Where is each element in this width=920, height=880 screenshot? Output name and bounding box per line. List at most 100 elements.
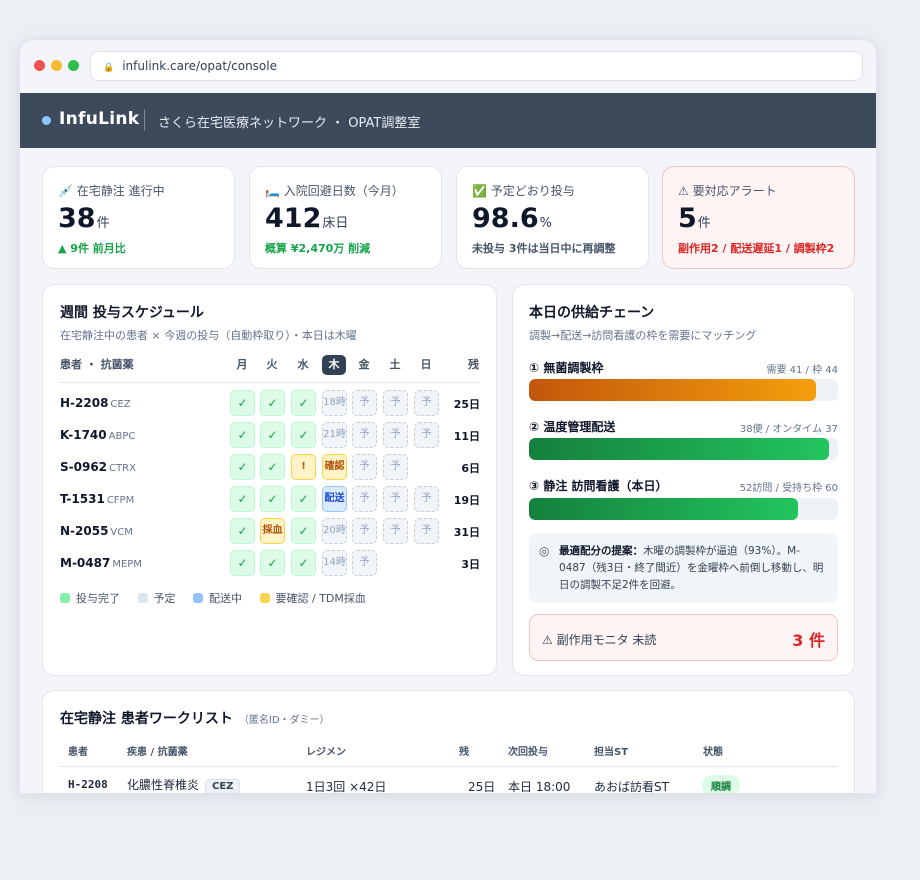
dose-cell-done[interactable]: ✓ [230, 422, 255, 448]
patient-row[interactable]: N-2055 VCM ✓ 採血 ✓ 20時予予予 31日 [60, 517, 480, 545]
legend-check-swatch [259, 593, 270, 603]
header-divider [144, 109, 145, 131]
kpi-label: ✅ 予定どおり投与 [472, 184, 575, 198]
weekly-schedule-card: 週間 投与スケジュール 在宅静注中の患者 × 今週の投与（自動枠取り）・本日は木… [42, 284, 497, 676]
supply-chain-card: 本日の供給チェーン 調製→配送→訪問看護の枠を需要にマッチング ① 無菌調製枠 … [512, 284, 855, 676]
kpi-alert-breakdown: 副作用2 / 配送遅延1 / 調製枠2 [678, 242, 835, 255]
cold-delivery-label: ② 温度管理配送 [529, 420, 616, 434]
dose-cell-done[interactable]: ✓ [260, 486, 285, 512]
optimization-suggestion[interactable]: ◎ 最適配分の提案：木曜の調製枠が逼迫（93%）。M-0487（残3日・終了間近… [529, 533, 838, 603]
dose-cell-done[interactable]: ✓ [291, 422, 316, 448]
address-bar[interactable]: 🔒 infulink.care/opat/console [90, 51, 863, 81]
dose-cell-done[interactable]: ✓ [291, 550, 316, 576]
adverse-event-monitor[interactable]: ⚠ 副作用モニタ 未読 3 件 [529, 614, 838, 661]
dose-cell-plan[interactable]: 予 [352, 422, 377, 448]
remaining-days: 3日 [461, 558, 480, 571]
dose-cell-done[interactable]: ✓ [260, 390, 285, 416]
suggestion-text: 最適配分の提案：木曜の調製枠が逼迫（93%）。M-0487（残3日・終了間近）を… [559, 545, 824, 591]
dose-cell-plan[interactable]: 予 [383, 486, 408, 512]
kpi-savings: 概算 ¥2,470万 削減 [265, 242, 371, 255]
dose-cell-plan[interactable]: 予 [352, 486, 377, 512]
dose-cell-plan[interactable]: 21時 [322, 422, 347, 448]
day-header-2: 水 [297, 358, 309, 371]
th-next-dose[interactable]: 次回投与 [508, 743, 548, 758]
dose-cell-done[interactable]: ✓ [291, 518, 316, 544]
close-window-icon[interactable] [34, 60, 45, 71]
patient-id[interactable]: T-1531 CFPM [60, 492, 134, 506]
th-patient[interactable]: 患者 [68, 743, 88, 758]
dose-cell-deliv[interactable]: 配送 [322, 486, 347, 512]
dose-cell-done[interactable]: ✓ [260, 422, 285, 448]
patient-worklist-card: 在宅静注 患者ワークリスト （匿名ID・ダミー） 患者 疾患 / 抗菌薬 レジメン… [42, 690, 855, 793]
day-header-1: 火 [266, 358, 278, 371]
patient-id[interactable]: H-2208 CEZ [60, 396, 131, 410]
dose-cell-done[interactable]: ✓ [230, 518, 255, 544]
dose-cell-done[interactable]: ✓ [291, 486, 316, 512]
legend-check: 要確認 / TDM採血 [259, 592, 366, 605]
lock-icon: 🔒 [103, 63, 115, 73]
dose-cell-done[interactable]: ✓ [291, 390, 316, 416]
browser-chrome: 🔒 infulink.care/opat/console [20, 40, 876, 93]
legend-delivering-swatch [193, 593, 203, 603]
patient-row[interactable]: K-1740 ABPC ✓ ✓ ✓ 21時予予予 11日 [60, 421, 480, 449]
schedule-legend: 投与完了 予定 配送中 要確認 / TDM採血 [60, 590, 380, 606]
kpi-avoided-bed-days[interactable]: 🛏️ 入院回避日数（今月） 412床日 概算 ¥2,470万 削減 [249, 166, 442, 269]
cold-delivery-note: 38便 / オンタイム 37 [739, 424, 838, 435]
dose-cell-plan[interactable]: 予 [414, 486, 439, 512]
dose-cell-plan[interactable]: 予 [414, 518, 439, 544]
worklist-title: 在宅静注 患者ワークリスト （匿名ID・ダミー） [60, 711, 330, 727]
dose-cell-plan[interactable]: 予 [414, 422, 439, 448]
patient-id[interactable]: M-0487 MEPM [60, 556, 142, 570]
patient-row[interactable]: T-1531 CFPM ✓ ✓ ✓ 配送予予予 19日 [60, 485, 480, 513]
th-disease-drug[interactable]: 疾患 / 抗菌薬 [127, 743, 188, 758]
patient-id[interactable]: N-2055 VCM [60, 524, 133, 538]
th-regimen[interactable]: レジメン [306, 743, 346, 758]
patient-id[interactable]: K-1740 ABPC [60, 428, 135, 442]
dose-cell-plan[interactable]: 20時 [322, 518, 347, 544]
dose-cell-plan[interactable]: 予 [414, 390, 439, 416]
dose-cell-plan[interactable]: 予 [352, 550, 377, 576]
th-remaining[interactable]: 残 [459, 743, 469, 758]
dose-cell-done[interactable]: ✓ [260, 550, 285, 576]
dose-cell-plan[interactable]: 予 [383, 422, 408, 448]
legend-done: 投与完了 [60, 592, 120, 605]
dose-cell-plan[interactable]: 予 [352, 390, 377, 416]
dose-cell-done[interactable]: ✓ [230, 454, 255, 480]
dose-cell-plan[interactable]: 18時 [322, 390, 347, 416]
dose-cell-plan[interactable]: 予 [383, 454, 408, 480]
row-patient-id[interactable]: H-2208 [68, 778, 108, 791]
patient-id[interactable]: S-0962 CTRX [60, 460, 136, 474]
cold-delivery-bar [529, 438, 838, 460]
dose-cell-plan[interactable]: 予 [383, 390, 408, 416]
patient-row[interactable]: S-0962 CTRX ✓ ✓! 確認予予 6日 [60, 453, 480, 481]
row-disease: 化膿性脊椎炎 CEZ [127, 776, 241, 793]
kpi-on-schedule[interactable]: ✅ 予定どおり投与 98.6% 未投与 3件は当日中に再調整 [456, 166, 649, 269]
dose-cell-done[interactable]: ✓ [230, 550, 255, 576]
dose-cell-plan[interactable]: 予 [383, 518, 408, 544]
dose-cell-warn[interactable]: ! [291, 454, 316, 480]
dose-cell-plan[interactable]: 14時 [322, 550, 347, 576]
kpi-active-infusions[interactable]: 💉 在宅静注 進行中 38件 ▲ 9件 前月比 [42, 166, 235, 269]
maximize-window-icon[interactable] [68, 60, 79, 71]
worklist-divider [60, 766, 838, 767]
dose-cell-warn[interactable]: 採血 [260, 518, 285, 544]
cold-delivery-fill [529, 438, 829, 460]
th-status[interactable]: 状態 [703, 743, 723, 758]
patient-row[interactable]: M-0487 MEPM ✓ ✓ ✓ 14時予 3日 [60, 549, 480, 577]
dose-cell-done[interactable]: ✓ [230, 486, 255, 512]
col-remaining-header: 残 [468, 358, 479, 371]
brand-dot-icon [42, 116, 51, 125]
kpi-alerts[interactable]: ⚠ 要対応アラート 5件 副作用2 / 配送遅延1 / 調製枠2 [662, 166, 855, 269]
patient-row[interactable]: H-2208 CEZ ✓ ✓ ✓ 18時予予予 25日 [60, 389, 480, 417]
dose-cell-done[interactable]: ✓ [230, 390, 255, 416]
url-text: infulink.care/opat/console [122, 59, 277, 73]
home-nursing-label: ③ 静注 訪問看護（本日） [529, 479, 668, 493]
dose-cell-plan[interactable]: 予 [352, 454, 377, 480]
th-station[interactable]: 担当ST [594, 743, 628, 758]
dose-cell-done[interactable]: ✓ [260, 454, 285, 480]
dose-cell-warn[interactable]: 確認 [322, 454, 347, 480]
minimize-window-icon[interactable] [51, 60, 62, 71]
dose-cell-plan[interactable]: 予 [352, 518, 377, 544]
home-nursing-note: 52訪問 / 受持ち枠 60 [739, 483, 838, 494]
brand-logo[interactable]: InfuLink [59, 109, 139, 129]
